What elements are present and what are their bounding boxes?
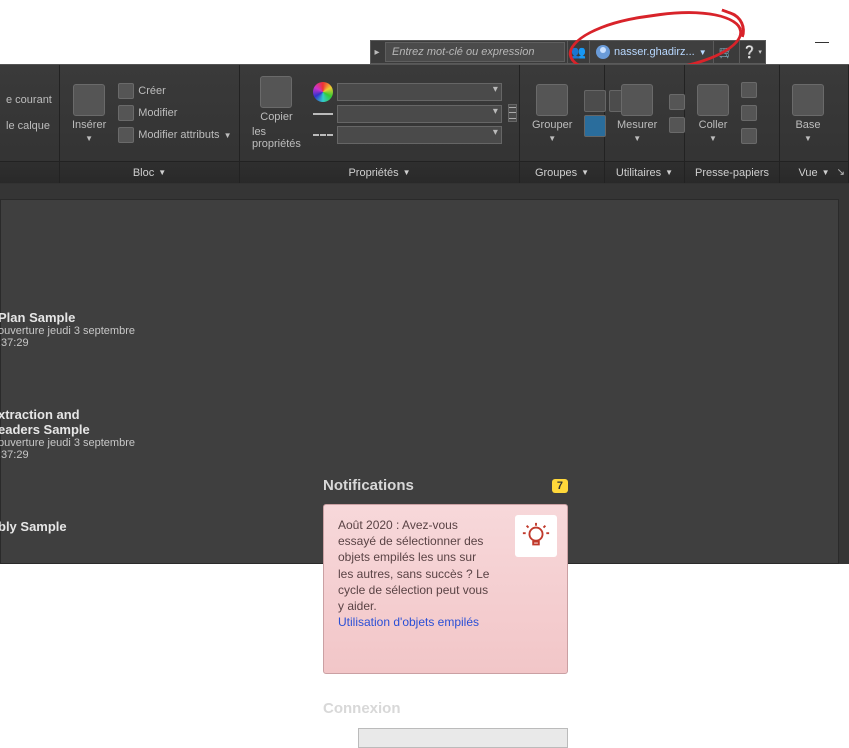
panel-vue: Base ▼: [780, 65, 849, 161]
ribbon-titles: Bloc▼ Propriétés▼ ↘ Groupes▼ Utilitaires…: [0, 161, 849, 183]
group-select-icon[interactable]: [584, 115, 606, 137]
lineweight-combo[interactable]: [337, 105, 502, 123]
edit-attributes-icon: [118, 127, 134, 143]
recent-sub: :37:29: [0, 337, 135, 349]
panel-utilitaires: Mesurer ▼: [605, 65, 685, 161]
copy-icon[interactable]: [741, 105, 757, 121]
label: le calque: [6, 120, 50, 132]
notifications-count-badge: 7: [552, 479, 568, 493]
workspace: Plan Sample ouverture jeudi 3 septembre …: [0, 184, 849, 564]
search-people-icon[interactable]: 👥: [567, 41, 589, 63]
dialog-launcher-icon[interactable]: ↘: [837, 167, 845, 178]
color-swatch-icon[interactable]: [313, 82, 333, 102]
help-icon[interactable]: ❔▾: [739, 41, 765, 63]
title-groupes[interactable]: Groupes▼: [520, 162, 605, 183]
recent-sub: ouverture jeudi 3 septembre: [0, 325, 135, 337]
color-combo[interactable]: [337, 83, 502, 101]
title-pressepapiers[interactable]: Presse-papiers: [685, 162, 780, 183]
match-properties-button[interactable]: Copier les propriétés: [246, 74, 307, 152]
group-button[interactable]: Grouper ▼: [526, 82, 578, 145]
edit-block-icon: [118, 105, 134, 121]
label: Modifier attributs: [138, 129, 219, 141]
recent-sub: puverture jeudi 3 septembre: [0, 437, 135, 449]
notifications-title: Notifications: [323, 477, 414, 494]
ungroup-icon[interactable]: [584, 90, 606, 112]
recent-sub: :37:29: [0, 449, 135, 461]
edit-block-button[interactable]: Modifier: [118, 103, 231, 123]
layer-make-current[interactable]: e courant: [6, 90, 52, 110]
annotation-circle-tail: [715, 8, 750, 37]
notification-link[interactable]: Utilisation d'objets empilés: [338, 615, 479, 629]
lineweight-icon: [313, 113, 333, 115]
title-utilitaires[interactable]: Utilitaires▼: [605, 162, 685, 183]
label: Insérer: [72, 119, 106, 131]
user-menu[interactable]: nasser.ghadirz... ▼: [589, 41, 713, 63]
measure-icon: [621, 84, 653, 116]
base-view-icon: [792, 84, 824, 116]
recent-item-1[interactable]: Plan Sample ouverture jeudi 3 septembre …: [0, 310, 135, 349]
label: Créer: [138, 85, 166, 97]
user-label: nasser.ghadirz...: [614, 46, 695, 58]
ribbon: e courant le calque Insérer ▼ Créer: [0, 64, 849, 184]
notification-card[interactable]: Août 2020 : Avez-vous essayé de sélectio…: [323, 504, 568, 674]
panel-proprietes: Copier les propriétés: [240, 65, 520, 161]
label: Mesurer: [617, 119, 657, 131]
group-icon: [536, 84, 568, 116]
lightbulb-icon: [515, 515, 557, 557]
linetype-icon: [313, 134, 333, 136]
util-2-icon[interactable]: [669, 117, 685, 133]
insert-block-button[interactable]: Insérer ▼: [66, 82, 112, 145]
infobar-left-arrow[interactable]: ▸: [371, 47, 383, 58]
create-block-icon: [118, 83, 134, 99]
label: Modifier: [138, 107, 177, 119]
panel-groupes: Grouper ▼: [520, 65, 605, 161]
infobar: ▸ Entrez mot-clé ou expression 👥 nasser.…: [370, 40, 766, 64]
util-1-icon[interactable]: [669, 94, 685, 110]
panel-bloc: Insérer ▼ Créer Modifier Modifier attrib…: [60, 65, 240, 161]
transparency-list-icon[interactable]: [508, 104, 517, 122]
panel-calques: e courant le calque: [0, 65, 60, 161]
copy-with-base-icon[interactable]: [741, 128, 757, 144]
title-vue[interactable]: Vue▼ ↘: [780, 162, 849, 183]
paste-icon: [697, 84, 729, 116]
recent-name: eaders Sample: [0, 422, 135, 437]
label: Grouper: [532, 119, 572, 131]
avatar-icon: [596, 45, 610, 59]
title-calques[interactable]: [0, 162, 60, 183]
label: Copier: [260, 111, 292, 123]
layer-copy-to-layer[interactable]: le calque: [6, 116, 50, 136]
recent-name: Plan Sample: [0, 310, 135, 325]
cart-icon[interactable]: 🛒: [713, 41, 739, 63]
notifications-header: Notifications 7: [323, 477, 568, 494]
title-bloc[interactable]: Bloc▼: [60, 162, 240, 183]
insert-block-icon: [73, 84, 105, 116]
match-properties-icon: [260, 76, 292, 108]
window-minimize-icon[interactable]: [815, 42, 829, 43]
edit-attributes-button[interactable]: Modifier attributs ▼: [118, 125, 231, 145]
recent-name: xtraction and: [0, 407, 135, 422]
recent-item-3[interactable]: bly Sample: [0, 519, 67, 534]
cut-icon[interactable]: [741, 82, 757, 98]
label: Base: [795, 119, 820, 131]
base-view-button[interactable]: Base ▼: [786, 82, 830, 145]
panel-pressepapiers: Coller ▼: [685, 65, 780, 161]
create-block-button[interactable]: Créer: [118, 81, 231, 101]
label: e courant: [6, 94, 52, 106]
connexion-heading: Connexion: [323, 700, 401, 717]
title-proprietes[interactable]: Propriétés▼ ↘: [240, 162, 520, 183]
measure-button[interactable]: Mesurer ▼: [611, 82, 663, 145]
notification-body: Août 2020 : Avez-vous essayé de sélectio…: [338, 517, 493, 614]
search-input[interactable]: Entrez mot-clé ou expression: [385, 42, 565, 62]
chevron-down-icon: ▼: [699, 48, 707, 57]
recent-item-2[interactable]: xtraction and eaders Sample puverture je…: [0, 407, 135, 461]
label: Coller: [699, 119, 728, 131]
paste-button[interactable]: Coller ▼: [691, 82, 735, 145]
connexion-box[interactable]: [358, 728, 568, 748]
linetype-combo[interactable]: [337, 126, 502, 144]
label: les propriétés: [252, 126, 301, 150]
recent-name: bly Sample: [0, 519, 67, 534]
